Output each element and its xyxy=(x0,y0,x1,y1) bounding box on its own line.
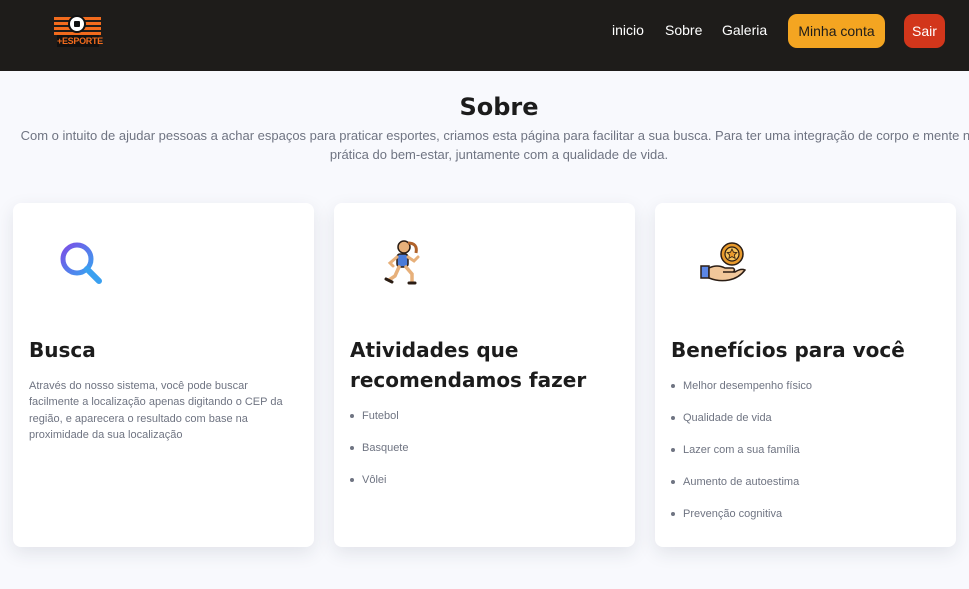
card-atividades: Atividades que recomendamos fazer Futebo… xyxy=(334,203,635,547)
list-item: Basquete xyxy=(350,441,408,473)
soccer-ball-icon xyxy=(68,15,86,33)
card-title: Atividades que recomendamos fazer xyxy=(350,338,587,392)
list-item: Futebol xyxy=(350,409,408,441)
card-title: Busca xyxy=(29,338,96,362)
card-title: Benefícios para você xyxy=(671,338,905,362)
benefits-list: Melhor desempenho físico Qualidade de vi… xyxy=(671,379,812,539)
runner-icon xyxy=(378,239,426,287)
list-item: Vôlei xyxy=(350,473,408,505)
intro-wrapper: Com o intuito de ajudar pessoas a achar … xyxy=(0,120,969,170)
activity-list: Futebol Basquete Vôlei xyxy=(350,409,408,505)
logo-text: +ESPORTE xyxy=(57,35,103,47)
card-busca: Busca Através do nosso sistema, você pod… xyxy=(13,203,314,547)
search-icon xyxy=(57,239,105,287)
top-navbar: +ESPORTE inicio Sobre Galeria Minha cont… xyxy=(0,0,969,71)
nav-link-sobre[interactable]: Sobre xyxy=(665,21,702,39)
list-item: Qualidade de vida xyxy=(671,411,812,443)
list-item: Melhor desempenho físico xyxy=(671,379,812,411)
esporte-logo[interactable]: +ESPORTE xyxy=(54,15,103,48)
page-intro: Com o intuito de ajudar pessoas a achar … xyxy=(20,128,969,162)
nav-link-inicio[interactable]: inicio xyxy=(612,21,644,39)
card-description: Através do nosso sistema, você pode busc… xyxy=(29,380,283,441)
my-account-button[interactable]: Minha conta xyxy=(788,14,885,48)
list-item: Aumento de autoestima xyxy=(671,475,812,507)
nav-link-galeria[interactable]: Galeria xyxy=(722,21,767,39)
hand-medal-icon xyxy=(699,239,747,287)
logout-button[interactable]: Sair xyxy=(904,14,945,48)
list-item: Prevenção cognitiva xyxy=(671,507,812,539)
list-item: Lazer com a sua família xyxy=(671,443,812,475)
card-beneficios: Benefícios para você Melhor desempenho f… xyxy=(655,203,956,547)
page-title: Sobre xyxy=(459,93,539,121)
